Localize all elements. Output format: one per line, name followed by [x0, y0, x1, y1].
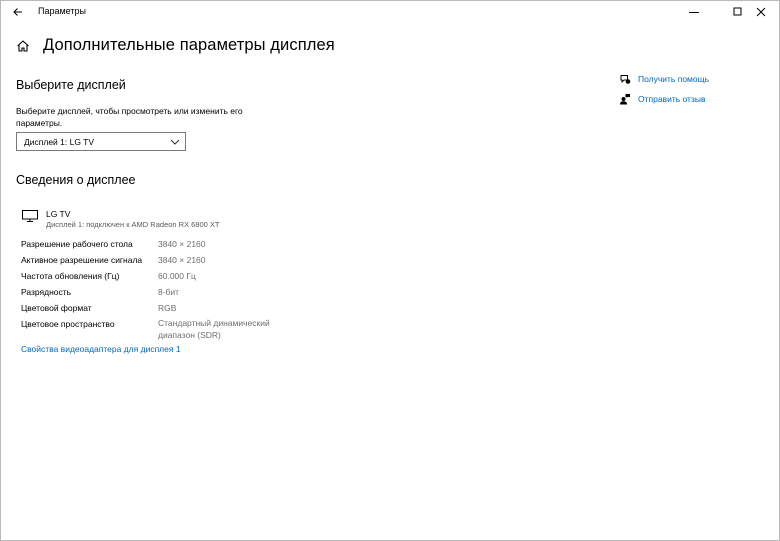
adapter-properties-link[interactable]: Свойства видеоадаптера для дисплея 1 — [21, 344, 181, 354]
info-label: Частота обновления (Гц) — [21, 271, 120, 281]
send-feedback-label: Отправить отзыв — [638, 94, 706, 104]
monitor-icon — [22, 210, 38, 222]
info-value: RGB — [158, 303, 177, 313]
get-help-link[interactable]: Получить помощь — [619, 73, 709, 85]
info-label: Разрешение рабочего стола — [21, 239, 133, 249]
window-title: Параметры — [38, 6, 86, 16]
info-value: Стандартный динамический диапазон (SDR) — [158, 318, 270, 340]
page-header: Дополнительные параметры дисплея — [15, 36, 335, 55]
info-label: Цветовое пространство — [21, 319, 115, 329]
display-select[interactable]: Дисплей 1: LG TV — [16, 132, 186, 151]
title-bar: Параметры — [1, 1, 779, 23]
display-select-value: Дисплей 1: LG TV — [24, 137, 95, 147]
chevron-down-icon — [170, 139, 180, 145]
send-feedback-link[interactable]: Отправить отзыв — [619, 93, 705, 105]
info-value: 3840 × 2160 — [158, 255, 206, 265]
info-value: 60.000 Гц — [158, 271, 196, 281]
get-help-label: Получить помощь — [638, 74, 710, 84]
info-label: Цветовой формат — [21, 303, 92, 313]
display-subtitle: Дисплей 1: подключен к AMD Radeon RX 680… — [46, 220, 220, 229]
choose-display-description: Выберите дисплей, чтобы просмотреть или … — [16, 106, 243, 128]
maximize-icon — [733, 7, 742, 16]
close-button[interactable] — [744, 1, 778, 23]
feedback-person-icon — [620, 94, 630, 105]
minimize-button[interactable] — [677, 1, 711, 23]
back-arrow-icon[interactable] — [9, 3, 27, 21]
home-icon[interactable] — [15, 38, 31, 54]
page-title: Дополнительные параметры дисплея — [43, 36, 335, 54]
info-label: Активное разрешение сигнала — [21, 255, 143, 265]
minimize-icon — [689, 12, 699, 13]
choose-display-heading: Выберите дисплей — [16, 78, 126, 92]
display-name: LG TV — [46, 209, 71, 219]
close-icon — [756, 7, 766, 17]
info-label: Разрядность — [21, 287, 72, 297]
info-value: 3840 × 2160 — [158, 239, 206, 249]
help-chat-icon — [620, 75, 631, 84]
display-info-heading: Сведения о дисплее — [16, 173, 136, 187]
info-value: 8-бит — [158, 287, 180, 297]
